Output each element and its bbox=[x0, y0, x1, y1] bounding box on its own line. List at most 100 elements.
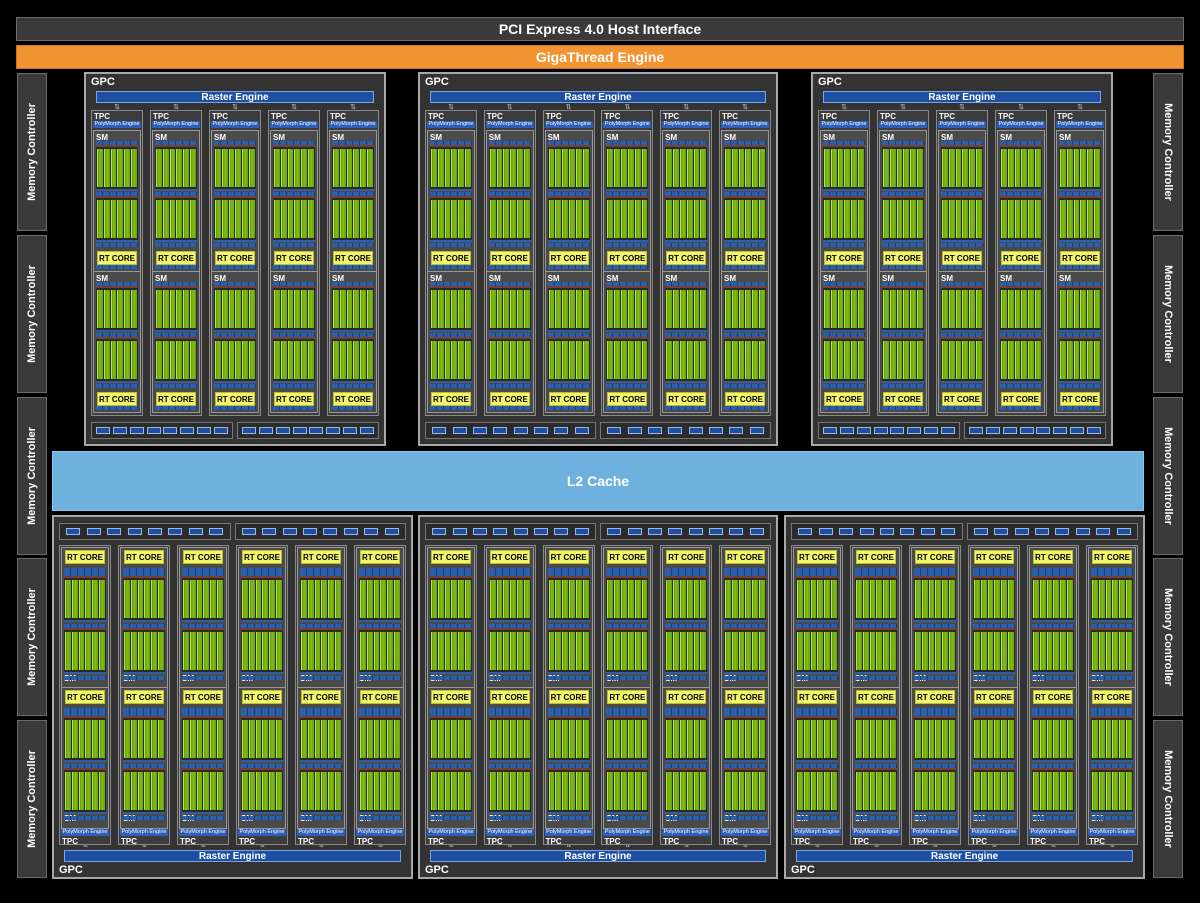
texture-unit bbox=[432, 528, 447, 535]
register-file-stripe bbox=[665, 764, 708, 768]
cuda-core-column bbox=[458, 290, 465, 328]
cuda-core-column bbox=[190, 149, 196, 187]
register-file-stripe bbox=[214, 384, 256, 388]
cuda-core-block bbox=[155, 196, 197, 242]
cuda-core-column bbox=[634, 290, 641, 328]
register-file-stripe bbox=[273, 141, 315, 145]
cuda-core-column bbox=[673, 772, 679, 810]
cuda-core-column bbox=[745, 200, 752, 238]
cuda-core-column bbox=[928, 772, 935, 810]
cuda-core-column bbox=[158, 772, 164, 810]
cuda-core-column bbox=[569, 580, 575, 618]
cuda-core-column bbox=[974, 580, 980, 618]
register-file-stripe bbox=[1000, 192, 1042, 196]
cuda-core-column bbox=[465, 580, 471, 618]
cuda-core-column bbox=[1028, 200, 1035, 238]
cuda-core-block bbox=[882, 196, 924, 242]
cuda-core-block bbox=[724, 286, 766, 332]
cuda-core-block bbox=[488, 286, 531, 332]
cuda-core-block bbox=[665, 716, 708, 762]
cuda-core-column bbox=[869, 580, 876, 618]
cuda-core-column bbox=[1014, 200, 1021, 238]
cuda-core-column bbox=[373, 580, 380, 618]
cuda-core-column bbox=[917, 290, 923, 328]
rt-core: RT CORE bbox=[856, 550, 896, 564]
texture-unit bbox=[923, 427, 938, 434]
cuda-core-column bbox=[569, 200, 575, 238]
sm-block: SMRT CORE bbox=[61, 547, 109, 689]
cuda-core-column bbox=[976, 149, 982, 187]
polymorph-engine: PolyMorph Engine bbox=[93, 121, 141, 128]
cuda-core-column bbox=[548, 200, 555, 238]
cuda-core-column bbox=[1066, 200, 1073, 238]
sm-block: SMRT CORE bbox=[544, 271, 593, 413]
cuda-core-column bbox=[321, 580, 328, 618]
cuda-core-column bbox=[255, 772, 262, 810]
cuda-core-column bbox=[373, 772, 380, 810]
register-file-stripe bbox=[430, 243, 472, 247]
cuda-core-column bbox=[555, 720, 562, 758]
cuda-core-column bbox=[752, 149, 759, 187]
cuda-core-column bbox=[994, 720, 1001, 758]
cuda-core-block bbox=[241, 576, 283, 622]
sm-block: SMRT CORE bbox=[938, 130, 986, 272]
register-file-stripe bbox=[547, 265, 590, 269]
tpc-block: SMRT CORESMRT COREPolyMorph EngineTPC bbox=[968, 545, 1020, 846]
register-file-stripe bbox=[882, 384, 924, 388]
gpc-bottom-1: GPCRaster Engine⇅⇅⇅⇅⇅⇅SMRT CORESMRT CORE… bbox=[52, 515, 413, 879]
texture-unit bbox=[1096, 528, 1111, 535]
cuda-core-column bbox=[614, 720, 621, 758]
cuda-core-column bbox=[621, 341, 627, 379]
cuda-core-column bbox=[942, 772, 949, 810]
cuda-core-column bbox=[935, 720, 942, 758]
cuda-core-column bbox=[1033, 580, 1039, 618]
cuda-core-column bbox=[110, 200, 117, 238]
cuda-core-column bbox=[641, 149, 648, 187]
cuda-core-column bbox=[974, 632, 980, 670]
cuda-core-column bbox=[444, 580, 451, 618]
cuda-core-column bbox=[673, 290, 679, 328]
cuda-core-block bbox=[1000, 337, 1042, 383]
polymorph-engine: PolyMorph Engine bbox=[1056, 121, 1104, 128]
cuda-core-column bbox=[987, 580, 994, 618]
cuda-core-column bbox=[980, 580, 987, 618]
cuda-core-column bbox=[1098, 580, 1105, 618]
cuda-core-column bbox=[458, 580, 465, 618]
tpc-block: TPC PolyMorph Engine SM RT CORE SM RT CORE bbox=[660, 110, 713, 416]
cuda-core-column bbox=[607, 200, 614, 238]
sm-block: SMRT CORE bbox=[485, 547, 534, 689]
texture-unit bbox=[668, 528, 683, 535]
cuda-core-column bbox=[673, 632, 679, 670]
texture-unit bbox=[873, 427, 888, 434]
tpc-label: TPC bbox=[180, 837, 196, 846]
cuda-core-column bbox=[510, 341, 517, 379]
sm-block: SMRT CORE bbox=[152, 271, 200, 413]
register-file-stripe bbox=[941, 141, 983, 145]
cuda-core-column bbox=[851, 290, 858, 328]
sm-block: SMRT CORE bbox=[297, 547, 345, 689]
cuda-core-block bbox=[430, 145, 472, 191]
cuda-core-column bbox=[156, 149, 162, 187]
cuda-core-column bbox=[673, 580, 679, 618]
register-file-stripe bbox=[855, 816, 897, 820]
cuda-core-block bbox=[724, 145, 766, 191]
cuda-core-column bbox=[176, 149, 183, 187]
rt-core: RT CORE bbox=[725, 550, 765, 564]
cuda-core-column bbox=[666, 149, 673, 187]
cuda-core-column bbox=[693, 772, 700, 810]
register-file-stripe bbox=[430, 764, 472, 768]
register-file-stripe bbox=[430, 384, 472, 388]
rt-core: RT CORE bbox=[333, 392, 373, 406]
cuda-core-column bbox=[575, 149, 582, 187]
cuda-core-column bbox=[496, 200, 503, 238]
cuda-core-column bbox=[465, 720, 471, 758]
cuda-core-column bbox=[103, 341, 110, 379]
cuda-core-column bbox=[335, 720, 341, 758]
cuda-core-column bbox=[935, 580, 942, 618]
cuda-core-column bbox=[183, 580, 189, 618]
cuda-core-column bbox=[666, 772, 673, 810]
cuda-core-column bbox=[496, 720, 503, 758]
cuda-core-column bbox=[830, 200, 837, 238]
register-file-stripe bbox=[64, 816, 106, 820]
cuda-core-column bbox=[431, 720, 437, 758]
